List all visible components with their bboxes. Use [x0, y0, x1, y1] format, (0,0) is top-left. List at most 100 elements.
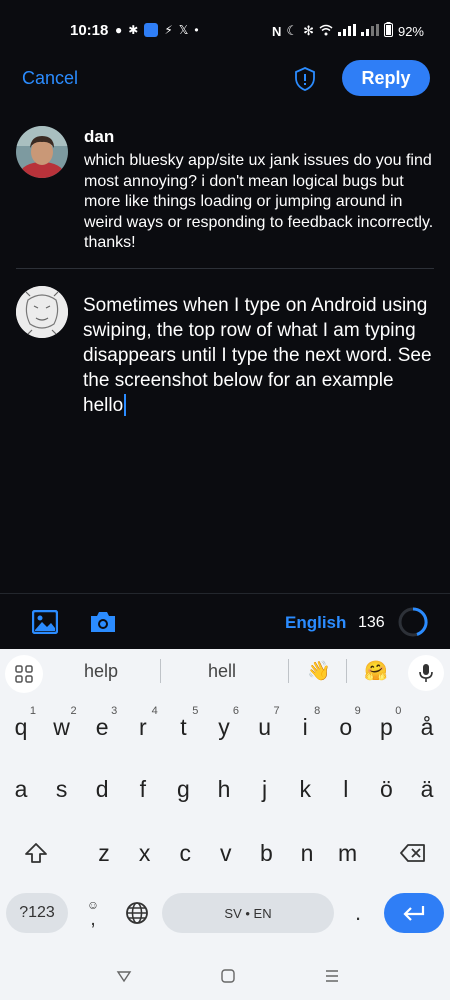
key-number-hint: 7: [273, 705, 280, 717]
status-bar: 10:18 ● ✱ ⚡ 𝕏 • N ☾ ✻ 92%: [0, 0, 450, 62]
key-u[interactable]: u7: [246, 705, 284, 749]
period-key[interactable]: .: [340, 893, 376, 933]
key-r[interactable]: r4: [124, 705, 162, 749]
key-label: q: [14, 713, 28, 740]
x-notification-icon: 𝕏: [178, 23, 189, 37]
suggestion-word[interactable]: help: [84, 661, 118, 682]
shift-key[interactable]: [17, 831, 55, 875]
key-p[interactable]: p0: [367, 705, 405, 749]
key-number-hint: 8: [314, 705, 321, 717]
grid-icon: [15, 665, 33, 683]
language-selector[interactable]: English: [285, 613, 346, 633]
keyboard-menu-button[interactable]: [5, 655, 43, 693]
key-h[interactable]: h: [205, 767, 243, 811]
post-author: dan: [84, 127, 115, 146]
image-icon[interactable]: [31, 609, 59, 635]
recents-icon[interactable]: [324, 968, 344, 988]
camera-icon[interactable]: [89, 610, 117, 634]
system-navigation-bar: [0, 962, 450, 1000]
key-m[interactable]: m: [329, 831, 367, 875]
cancel-button[interactable]: Cancel: [22, 68, 78, 89]
voice-input-button[interactable]: [408, 655, 444, 691]
key-label: r: [138, 713, 147, 740]
key-y[interactable]: y6: [205, 705, 243, 749]
key-d[interactable]: d: [83, 767, 121, 811]
battery-icon: [383, 22, 393, 40]
language-switch-key[interactable]: [120, 893, 154, 933]
key-v[interactable]: v: [207, 831, 245, 875]
suggestion-word[interactable]: hell: [208, 661, 236, 682]
key-number-hint: 0: [395, 705, 402, 717]
notification-icons: ● ✱ ⚡ 𝕏 •: [115, 23, 199, 37]
composer-text: Sometimes when I type on Android using s…: [83, 295, 432, 416]
key-label: y: [218, 713, 230, 740]
slack-notification-icon: ✱: [128, 23, 139, 37]
globe-icon: [126, 902, 148, 924]
post-text: which bluesky app/site ux jank issues do…: [84, 152, 434, 251]
character-progress-ring: [397, 606, 429, 638]
key-k[interactable]: k: [286, 767, 324, 811]
key-ä[interactable]: ä: [408, 767, 446, 811]
symbols-key[interactable]: ?123: [6, 893, 68, 933]
suggestion-divider: [160, 659, 161, 683]
backspace-key[interactable]: [394, 831, 432, 875]
user-avatar: [16, 286, 68, 338]
divider: [16, 268, 434, 269]
comma-label: ,: [90, 908, 96, 930]
key-number-hint: 1: [29, 705, 36, 717]
signal-icon-2: [360, 23, 379, 39]
suggestion-strip: help hell 👋 🤗: [0, 649, 450, 693]
key-w[interactable]: w2: [43, 705, 81, 749]
key-label: p: [379, 713, 393, 740]
post-composer[interactable]: Sometimes when I type on Android using s…: [83, 293, 433, 418]
key-å[interactable]: å: [408, 705, 446, 749]
key-label: o: [339, 713, 353, 740]
key-ö[interactable]: ö: [367, 767, 405, 811]
suggested-emoji[interactable]: 👋: [307, 659, 331, 683]
nfc-icon: N: [272, 23, 282, 39]
suggested-emoji[interactable]: 🤗: [364, 659, 388, 683]
key-z[interactable]: z: [85, 831, 123, 875]
key-b[interactable]: b: [247, 831, 285, 875]
key-f[interactable]: f: [124, 767, 162, 811]
shield-icon[interactable]: [294, 67, 316, 91]
home-icon[interactable]: [220, 968, 240, 988]
battery-percent: 92%: [397, 23, 424, 39]
compose-toolbar: English 136: [0, 593, 450, 649]
more-notifications-icon: •: [194, 23, 199, 37]
key-number-hint: 5: [192, 705, 199, 717]
key-a[interactable]: a: [2, 767, 40, 811]
key-n[interactable]: n: [288, 831, 326, 875]
enter-icon: [403, 906, 425, 921]
key-j[interactable]: j: [246, 767, 284, 811]
suggestion-divider: [288, 659, 289, 683]
reply-button[interactable]: Reply: [342, 60, 430, 96]
key-t[interactable]: t5: [164, 705, 202, 749]
key-label: e: [95, 713, 109, 740]
app-notification-icon: ⚡: [164, 23, 173, 37]
key-label: u: [258, 713, 271, 740]
key-e[interactable]: e3: [83, 705, 121, 749]
key-c[interactable]: c: [166, 831, 204, 875]
keyboard-row-1: q1w2e3r4t5y6u7i8o9p0å: [0, 705, 450, 749]
back-icon[interactable]: [116, 968, 136, 988]
signal-icon: [337, 23, 356, 39]
microphone-icon: [419, 664, 433, 682]
key-g[interactable]: g: [164, 767, 202, 811]
key-number-hint: 4: [151, 705, 158, 717]
key-i[interactable]: i8: [286, 705, 324, 749]
bluetooth-icon: ✻: [303, 23, 314, 38]
key-x[interactable]: x: [126, 831, 164, 875]
suggestion-divider: [346, 659, 347, 683]
emoji-comma-key[interactable]: ☺ ,: [78, 893, 108, 933]
enter-key[interactable]: [384, 893, 444, 933]
key-s[interactable]: s: [43, 767, 81, 811]
key-o[interactable]: o9: [327, 705, 365, 749]
backspace-icon: [400, 844, 425, 862]
space-key[interactable]: SV • EN: [162, 893, 334, 933]
key-label: t: [180, 713, 187, 740]
key-label: å: [420, 713, 434, 740]
character-count: 136: [358, 614, 385, 631]
key-l[interactable]: l: [327, 767, 365, 811]
key-q[interactable]: q1: [2, 705, 40, 749]
